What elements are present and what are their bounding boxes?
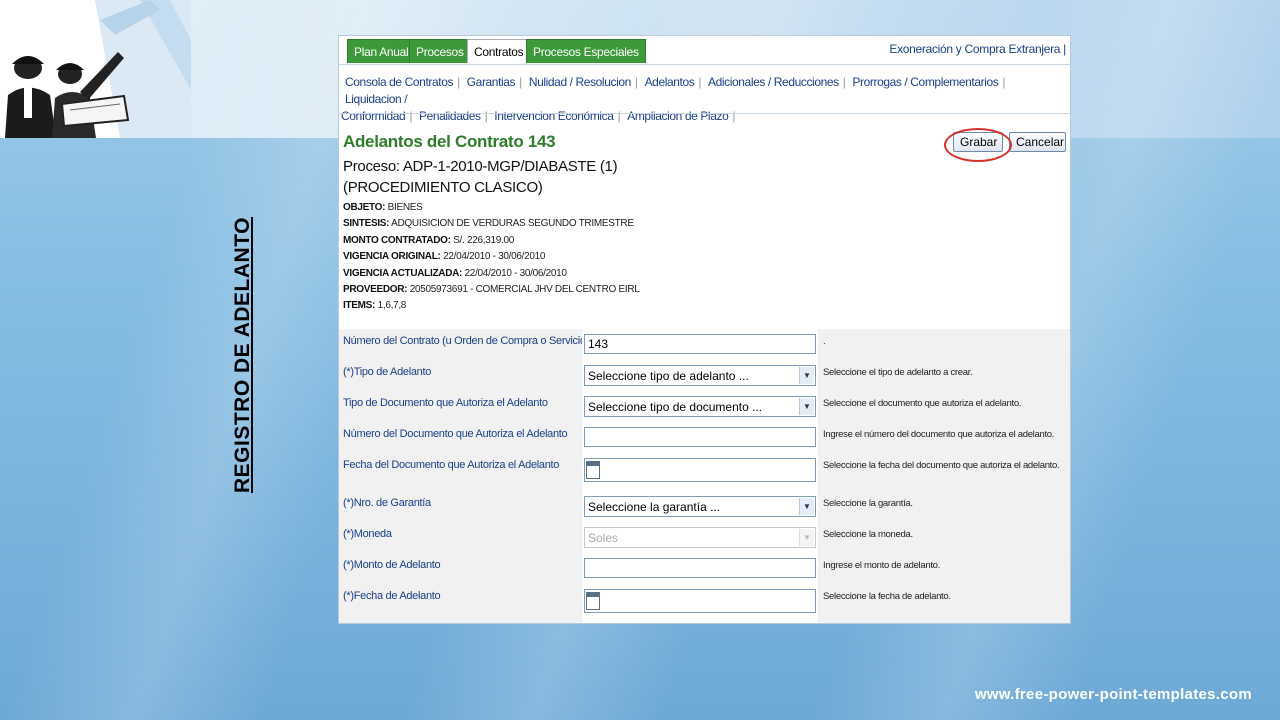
subnav-garantias[interactable]: Garantias <box>467 75 516 89</box>
detail-value: 20505973691 - COMERCIAL JHV DEL CENTRO E… <box>409 284 640 296</box>
field-label: (*)Nro. de Garantía <box>343 497 431 509</box>
field-hint: Seleccione la garantía. <box>823 498 913 509</box>
detail-value: S/. 226,319.00 <box>453 234 515 246</box>
subnav-consola[interactable]: Consola de Contratos <box>345 75 453 89</box>
tab-procesos-especiales[interactable]: Procesos Especiales <box>526 39 646 63</box>
form-row-fecha-adelanto: (*)Fecha de Adelanto Seleccione la fecha… <box>339 584 1070 623</box>
detail-key: PROVEEDOR: <box>343 284 408 296</box>
subnav-penalidades[interactable]: Penalidades <box>419 109 481 123</box>
subnav-nulidad[interactable]: Nulidad / Resolucion <box>529 75 631 89</box>
form-row-tipo-adelanto: (*)Tipo de Adelanto Seleccione tipo de a… <box>339 360 1070 392</box>
detail-row: OBJETO: BIENES <box>343 200 640 216</box>
detail-row: ITEMS: 1,6,7,8 <box>343 298 640 314</box>
detail-key: VIGENCIA ORIGINAL: <box>343 251 441 263</box>
field-hint: Seleccione la fecha de adelanto. <box>823 591 951 602</box>
detail-value: 1,6,7,8 <box>377 300 407 312</box>
detail-value: 22/04/2010 - 30/06/2010 <box>443 251 546 263</box>
chevron-down-icon: ▼ <box>799 529 814 546</box>
main-tabs: Plan Anual Procesos Contratos Procesos E… <box>339 36 1070 65</box>
field-hint: Seleccione el documento que autoriza el … <box>823 398 1022 409</box>
select-value: Seleccione tipo de documento ... <box>588 400 763 414</box>
contract-subnav: Consola de Contratos | Garantias | Nulidad… <box>341 75 1006 123</box>
chevron-down-icon[interactable]: ▼ <box>799 398 814 415</box>
document-date-input[interactable] <box>584 458 816 482</box>
chevron-down-icon[interactable]: ▼ <box>799 367 814 384</box>
document-number-input[interactable] <box>584 427 816 447</box>
field-label: (*)Monto de Adelanto <box>343 559 441 571</box>
highlight-circle <box>944 128 1012 162</box>
guarantee-select[interactable]: Seleccione la garantía ... ▼ <box>584 496 816 517</box>
select-value: Seleccione tipo de adelanto ... <box>588 369 749 383</box>
footer-url: www.free-power-point-templates.com <box>974 686 1252 703</box>
exoneracion-link[interactable]: Exoneración y Compra Extranjera | <box>889 42 1066 56</box>
field-hint: Ingrese el número del documento que auto… <box>823 429 1055 440</box>
divider <box>339 113 1070 114</box>
subnav-conformidad[interactable]: Conformidad <box>341 109 406 123</box>
subnav-prorrogas[interactable]: Prorrogas / Complementarios <box>852 75 998 89</box>
form-row-moneda: (*)Moneda Soles ▼ Seleccione la moneda. <box>339 522 1070 554</box>
tab-procesos[interactable]: Procesos <box>409 39 471 63</box>
select-value: Soles <box>588 531 619 545</box>
field-label: Fecha del Documento que Autoriza el Adel… <box>343 459 560 471</box>
field-label: Tipo de Documento que Autoriza el Adelan… <box>343 397 548 409</box>
detail-row: MONTO CONTRATADO: S/. 226,319.00 <box>343 233 640 249</box>
detail-key: MONTO CONTRATADO: <box>343 234 451 246</box>
detail-row: VIGENCIA ORIGINAL: 22/04/2010 - 30/06/20… <box>343 249 640 265</box>
form-row-tipo-documento: Tipo de Documento que Autoriza el Adelan… <box>339 391 1070 423</box>
process-type: (PROCEDIMIENTO CLASICO) <box>343 179 543 196</box>
advance-date-input[interactable] <box>584 589 816 613</box>
subnav-ampliacion[interactable]: Ampliacion de Plazo <box>627 109 729 123</box>
workers-illustration <box>0 0 191 138</box>
form-row-fecha-documento: Fecha del Documento que Autoriza el Adel… <box>339 453 1070 492</box>
process-code: Proceso: ADP-1-2010-MGP/DIABASTE (1) <box>343 158 618 175</box>
field-label: (*)Moneda <box>343 528 392 540</box>
detail-key: VIGENCIA ACTUALIZADA: <box>343 267 463 279</box>
calendar-icon[interactable] <box>586 461 600 479</box>
advance-amount-input[interactable] <box>584 558 816 578</box>
cancelar-button[interactable]: Cancelar <box>1009 132 1066 152</box>
detail-value: ADQUISICION DE VERDURAS SEGUNDO TRIMESTR… <box>391 218 634 230</box>
detail-value: BIENES <box>387 202 423 213</box>
calendar-icon[interactable] <box>586 592 600 610</box>
field-hint: Ingrese el monto de adelanto. <box>823 560 940 571</box>
detail-key: OBJETO: <box>343 202 386 213</box>
field-hint: Seleccione la moneda. <box>823 529 913 540</box>
field-hint: . <box>823 336 826 347</box>
field-label: Número del Contrato (u Orden de Compra o… <box>343 335 590 347</box>
tab-plan-anual[interactable]: Plan Anual <box>347 39 416 63</box>
document-type-select[interactable]: Seleccione tipo de documento ... ▼ <box>584 396 816 417</box>
field-label: Número del Documento que Autoriza el Ade… <box>343 428 568 440</box>
contract-details: OBJETO: BIENES SINTESIS: ADQUISICION DE … <box>343 200 640 315</box>
detail-row: PROVEEDOR: 20505973691 - COMERCIAL JHV D… <box>343 282 640 298</box>
currency-select: Soles ▼ <box>584 527 816 548</box>
advance-type-select[interactable]: Seleccione tipo de adelanto ... ▼ <box>584 365 816 386</box>
subnav-adicionales[interactable]: Adicionales / Reducciones <box>708 75 839 89</box>
form-row-garantia: (*)Nro. de Garantía Seleccione la garant… <box>339 491 1070 523</box>
select-value: Seleccione la garantía ... <box>588 500 721 514</box>
field-label: (*)Fecha de Adelanto <box>343 590 441 602</box>
field-label: (*)Tipo de Adelanto <box>343 366 432 378</box>
subnav-adelantos[interactable]: Adelantos <box>645 75 695 89</box>
process-info: Proceso: ADP-1-2010-MGP/DIABASTE (1) (PR… <box>343 156 618 198</box>
page-title: Adelantos del Contrato 143 <box>343 132 556 151</box>
field-hint: Seleccione el tipo de adelanto a crear. <box>823 367 973 378</box>
detail-row: SINTESIS: ADQUISICION DE VERDURAS SEGUND… <box>343 216 640 232</box>
detail-key: SINTESIS: <box>343 218 390 230</box>
contract-number-input[interactable]: 143 <box>584 334 816 354</box>
detail-key: ITEMS: <box>343 300 376 312</box>
form-row-numero-contrato: Número del Contrato (u Orden de Compra o… <box>339 329 1070 361</box>
subnav-intervencion[interactable]: Intervencion Económica <box>494 109 614 123</box>
contract-advance-screenshot: Plan Anual Procesos Contratos Procesos E… <box>338 35 1071 624</box>
form-row-monto: (*)Monto de Adelanto Ingrese el monto de… <box>339 553 1070 585</box>
subnav-liquidacion[interactable]: Liquidacion / <box>345 92 408 106</box>
form-row-numero-documento: Número del Documento que Autoriza el Ade… <box>339 422 1070 454</box>
detail-value: 22/04/2010 - 30/06/2010 <box>464 267 567 279</box>
chevron-down-icon[interactable]: ▼ <box>799 498 814 515</box>
field-hint: Seleccione la fecha del documento que au… <box>823 460 1060 471</box>
detail-row: VIGENCIA ACTUALIZADA: 22/04/2010 - 30/06… <box>343 266 640 282</box>
tab-contratos[interactable]: Contratos <box>467 39 531 63</box>
slide-title: REGISTRO DE ADELANTO <box>231 216 254 494</box>
